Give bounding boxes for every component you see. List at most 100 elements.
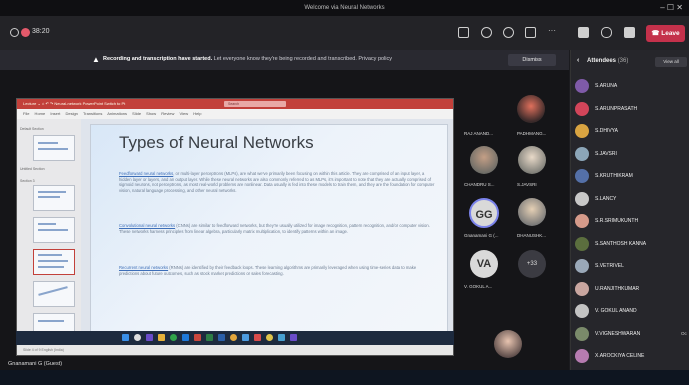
slide-thumbnail-selected[interactable]: [33, 249, 75, 275]
warning-icon: ▲: [92, 55, 100, 64]
leave-label: Leave: [661, 30, 680, 37]
attendee-role-label: Oc: [681, 330, 687, 336]
attendee-avatar: [575, 281, 589, 296]
participant-name: PADHMANG...: [517, 131, 547, 136]
ppt-status-bar: Slide 4 of 9 English (India): [17, 345, 453, 355]
attendee-row[interactable]: V. GOKUL ANAND: [575, 301, 689, 321]
attendee-name: S.ARUNA: [595, 83, 618, 89]
ppt-menu-bar[interactable]: File Home Insert Design Transitions Anim…: [17, 109, 453, 119]
reactions-icon[interactable]: [503, 27, 514, 38]
shield-icon: [10, 28, 19, 37]
more-participants-button[interactable]: +33: [518, 250, 546, 278]
window-title-bar: Welcome via Neural Networks – ☐ ✕: [0, 0, 689, 16]
leave-button[interactable]: ☎ Leave: [646, 25, 685, 42]
attendee-avatar: [575, 259, 589, 273]
attendee-name: S.ARUNPRASATH: [595, 105, 638, 112]
slide-thumbnail[interactable]: [33, 185, 75, 211]
phone-icon: ☎: [651, 30, 662, 37]
attendee-row[interactable]: S.LANCY: [575, 189, 689, 209]
section-label: Default Section: [20, 127, 44, 131]
attendee-avatar: [575, 214, 589, 228]
attendee-row[interactable]: S.ARUNA: [575, 76, 689, 96]
slide-thumbnail[interactable]: [33, 281, 75, 307]
app-icon: [278, 334, 285, 341]
participant-name: S.JAVSRI: [517, 182, 537, 187]
host-taskbar: [0, 370, 689, 385]
participant-name: CHANDRU S...: [464, 182, 495, 187]
attendee-name: X.AROCKIYA CELINE: [595, 353, 645, 359]
word-icon: [218, 334, 225, 341]
rooms-icon[interactable]: [525, 27, 536, 38]
app-icon: [254, 334, 261, 341]
dismiss-button[interactable]: Dismiss: [508, 54, 556, 66]
current-slide: Types of Neural Networks Feedforward neu…: [90, 124, 448, 336]
window-controls[interactable]: – ☐ ✕: [660, 0, 683, 16]
attendee-row[interactable]: S.DHIVYA: [575, 121, 689, 141]
attendee-row[interactable]: S.VETRIVEL: [575, 256, 689, 276]
banner-rest-text: Let everyone know they're being recorded…: [213, 56, 393, 62]
slide-thumbnail-pane: Default Section Untitled Section Section…: [17, 119, 81, 345]
app-icon: [266, 334, 273, 341]
slide-thumbnail[interactable]: [33, 217, 75, 243]
view-all-button[interactable]: View all: [655, 57, 687, 67]
ppt-search-box[interactable]: Search: [224, 101, 286, 107]
attendee-row[interactable]: U.RANJITHKUMAR: [575, 279, 689, 299]
attendee-name: S.LANCY: [595, 195, 617, 202]
participant-video[interactable]: [470, 146, 498, 174]
recording-icon: [21, 28, 30, 37]
attendee-name: S.JAVSRI: [595, 150, 617, 157]
slide-title: Types of Neural Networks: [119, 133, 314, 152]
attendees-count: (36): [617, 58, 629, 64]
more-options-icon[interactable]: ···: [548, 26, 556, 35]
participant-gallery: RAJ ANAND... PADHMANG... CHANDRU S... S.…: [460, 70, 569, 370]
attendee-avatar: [575, 236, 589, 251]
attendee-row[interactable]: S.R.SRIMUKUNTH: [575, 211, 689, 231]
search-icon: [134, 334, 141, 341]
attendee-avatar: [575, 124, 589, 138]
attendee-row[interactable]: S.KRUTHIKRAM: [575, 166, 689, 186]
participant-initials-avatar[interactable]: GG: [469, 198, 499, 228]
shared-powerpoint-window: Lecture ⌄ ⌂ ↶ ↷ Neural-network PowerPoin…: [16, 98, 454, 356]
self-view-name: Gnanamani G (Guest): [8, 361, 63, 367]
attendee-name: S.SANTHOSH KANNA: [595, 240, 647, 247]
mic-icon[interactable]: [601, 27, 612, 38]
participant-video[interactable]: [518, 198, 546, 226]
slide-thumbnail[interactable]: [33, 135, 75, 161]
section-label: Section 3: [20, 179, 35, 183]
slide-paragraph: Convolutional neural networks (CNNs) are…: [119, 223, 437, 234]
folder-icon: [158, 334, 165, 341]
attendee-row[interactable]: S.JAVSRI: [575, 144, 689, 164]
participant-name: DHANUSHK...: [517, 233, 547, 238]
banner-text: Recording and transcription have started…: [103, 56, 392, 62]
attendee-row[interactable]: S.ARUNPRASATH: [575, 99, 689, 119]
chrome-icon: [170, 334, 177, 341]
self-video[interactable]: [494, 330, 522, 358]
banner-bold-text: Recording and transcription have started…: [103, 56, 213, 62]
attendees-panel: ‹ Attendees (36) View all S.ARUNA S.ARUNP…: [570, 50, 689, 370]
attendee-avatar: [575, 326, 589, 341]
participant-name: Gnanamani G (...: [464, 233, 499, 238]
meeting-toolbar: 38:20 ··· ☎ Leave: [0, 16, 689, 50]
participant-video[interactable]: [517, 95, 545, 123]
attendee-row[interactable]: V.VIGNESHWARAN Oc: [575, 324, 689, 344]
share-tray-icon[interactable]: [458, 27, 469, 38]
app-icon: [242, 334, 249, 341]
attendee-avatar: [575, 191, 589, 206]
chat-icon[interactable]: [481, 27, 492, 38]
attendee-name: V. GOKUL ANAND: [595, 308, 637, 314]
back-chevron-icon[interactable]: ‹: [577, 57, 579, 64]
attendee-name: S.KRUTHIKRAM: [595, 173, 633, 179]
camera-icon[interactable]: [578, 27, 589, 38]
attendee-row[interactable]: X.AROCKIYA CELINE: [575, 346, 689, 366]
attendee-name: S.R.SRIMUKUNTH: [595, 218, 639, 224]
attendee-avatar: [575, 169, 589, 183]
attendee-row[interactable]: S.SANTHOSH KANNA: [575, 234, 689, 254]
section-label: Untitled Section: [20, 167, 45, 171]
share-screen-icon[interactable]: [624, 27, 635, 38]
attendee-avatar: [575, 79, 589, 93]
participant-initials-avatar[interactable]: VA: [470, 250, 498, 278]
slide-paragraph: Feedforward neural networks, or multi-la…: [119, 171, 437, 193]
attendee-name: V.VIGNESHWARAN: [595, 330, 641, 337]
meeting-timer: 38:20: [32, 28, 50, 35]
participant-video[interactable]: [518, 146, 546, 174]
